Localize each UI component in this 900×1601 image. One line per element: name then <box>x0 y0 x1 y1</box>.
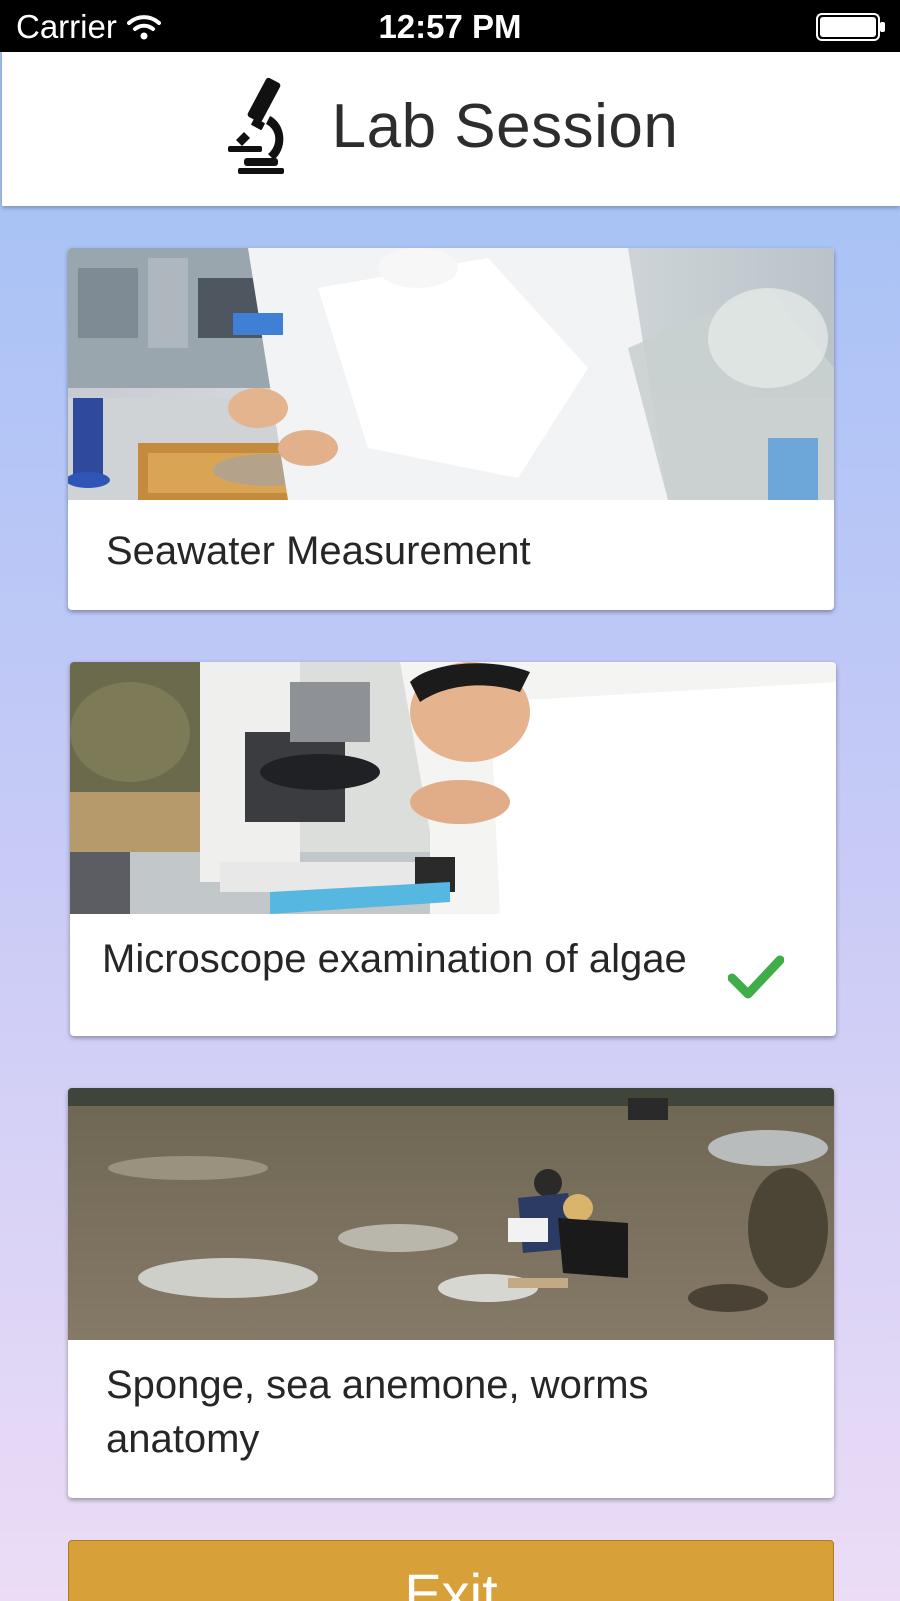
session-card-microscope[interactable]: Microscope examination of algae <box>70 662 836 1036</box>
session-card-sponge[interactable]: Sponge, sea anemone, worms anatomy <box>68 1088 834 1498</box>
session-label: Seawater Measurement <box>106 529 531 573</box>
session-card-seawater[interactable]: Seawater Measurement <box>68 248 834 610</box>
session-label: Sponge, sea anemone, worms anatomy <box>106 1363 649 1461</box>
page-title: Lab Session <box>331 91 679 161</box>
mudflat-fieldwork-photo <box>68 1088 834 1340</box>
exit-label: Exit <box>404 1562 498 1601</box>
status-bar: Carrier 12:57 PM <box>0 0 900 52</box>
lab-dissection-photo <box>68 248 834 500</box>
status-time: 12:57 PM <box>378 8 522 45</box>
microscope-icon <box>227 77 284 174</box>
microscope-photo <box>70 662 836 914</box>
battery-icon <box>816 13 885 41</box>
header: Lab Session <box>2 52 900 206</box>
checkmark-icon <box>728 955 784 999</box>
session-label: Microscope examination of algae <box>102 937 687 981</box>
exit-button[interactable]: Exit <box>68 1540 834 1601</box>
screen: Carrier 12:57 PM Lab Session Seawater Me… <box>0 0 900 1601</box>
